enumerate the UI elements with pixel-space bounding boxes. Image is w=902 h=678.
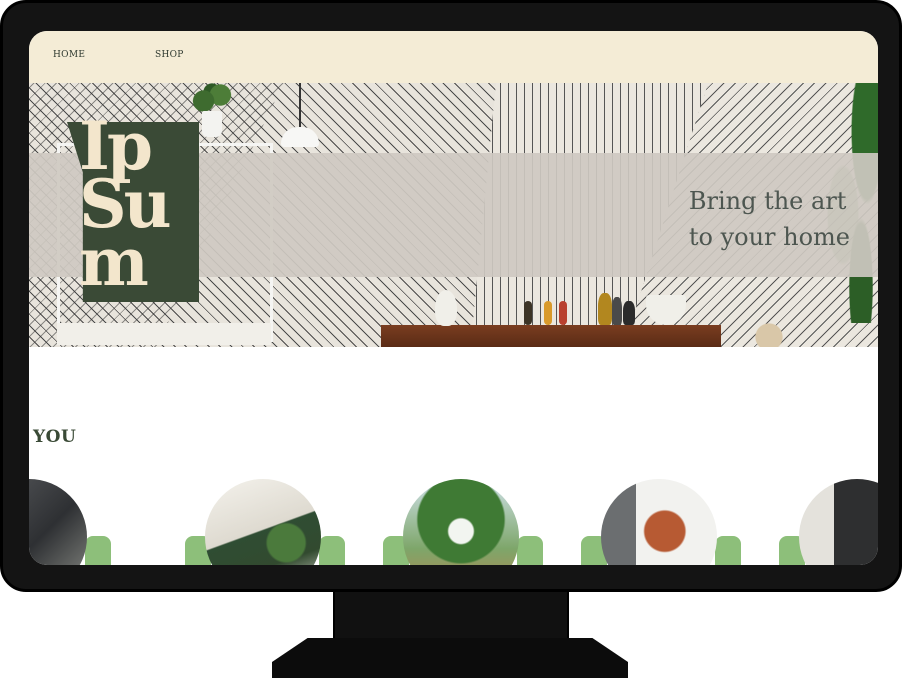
butterfly-chair-photo[interactable] [601,479,717,565]
monitor-stand-neck [333,586,569,646]
decor-bottle [612,297,622,325]
card-accent [319,536,345,565]
hero-banner: Ip Su m Bring the art to your home [29,83,878,347]
garden-arch-photo[interactable] [403,479,519,565]
plant-pot [202,111,222,137]
card-accent [715,536,741,565]
website-screen: HOME SHOP Ip Su m Bring the art to your … [29,31,878,565]
category-card[interactable] [383,479,543,565]
top-navigation: HOME SHOP [29,31,878,83]
shelf-board [57,323,271,345]
category-card[interactable] [779,479,878,565]
card-accent [85,536,111,565]
category-card[interactable] [581,479,741,565]
dried-flowers [751,297,787,347]
nav-shop-link[interactable]: SHOP [155,50,184,60]
hero-title: Bring the art to your home [689,183,850,255]
decor-figure [544,301,552,325]
sofa-photo[interactable] [205,479,321,565]
cabinet-photo[interactable] [799,479,878,565]
pendant-lamp [281,127,319,147]
wooden-console [381,325,721,347]
category-card[interactable] [185,479,345,565]
decor-figure [524,301,532,325]
card-accent [517,536,543,565]
armchair-photo[interactable] [29,479,87,565]
decor-bottle [623,301,635,325]
decor-figure [559,301,567,325]
hero-title-line-2: to your home [688,223,850,251]
hero-title-line-1: Bring the art [688,187,847,215]
category-card[interactable] [29,479,111,565]
section-heading: YOU [33,427,77,447]
nav-home-link[interactable]: HOME [53,50,85,60]
monitor-bezel: HOME SHOP Ip Su m Bring the art to your … [0,0,902,592]
monitor-stand-base [272,638,628,678]
vase [435,290,457,326]
pendant-lamp-cord [299,83,301,127]
decor-bottle [598,293,612,325]
ipsum-logo-text: Ip Su m [79,107,172,301]
plant-icon [191,83,233,113]
